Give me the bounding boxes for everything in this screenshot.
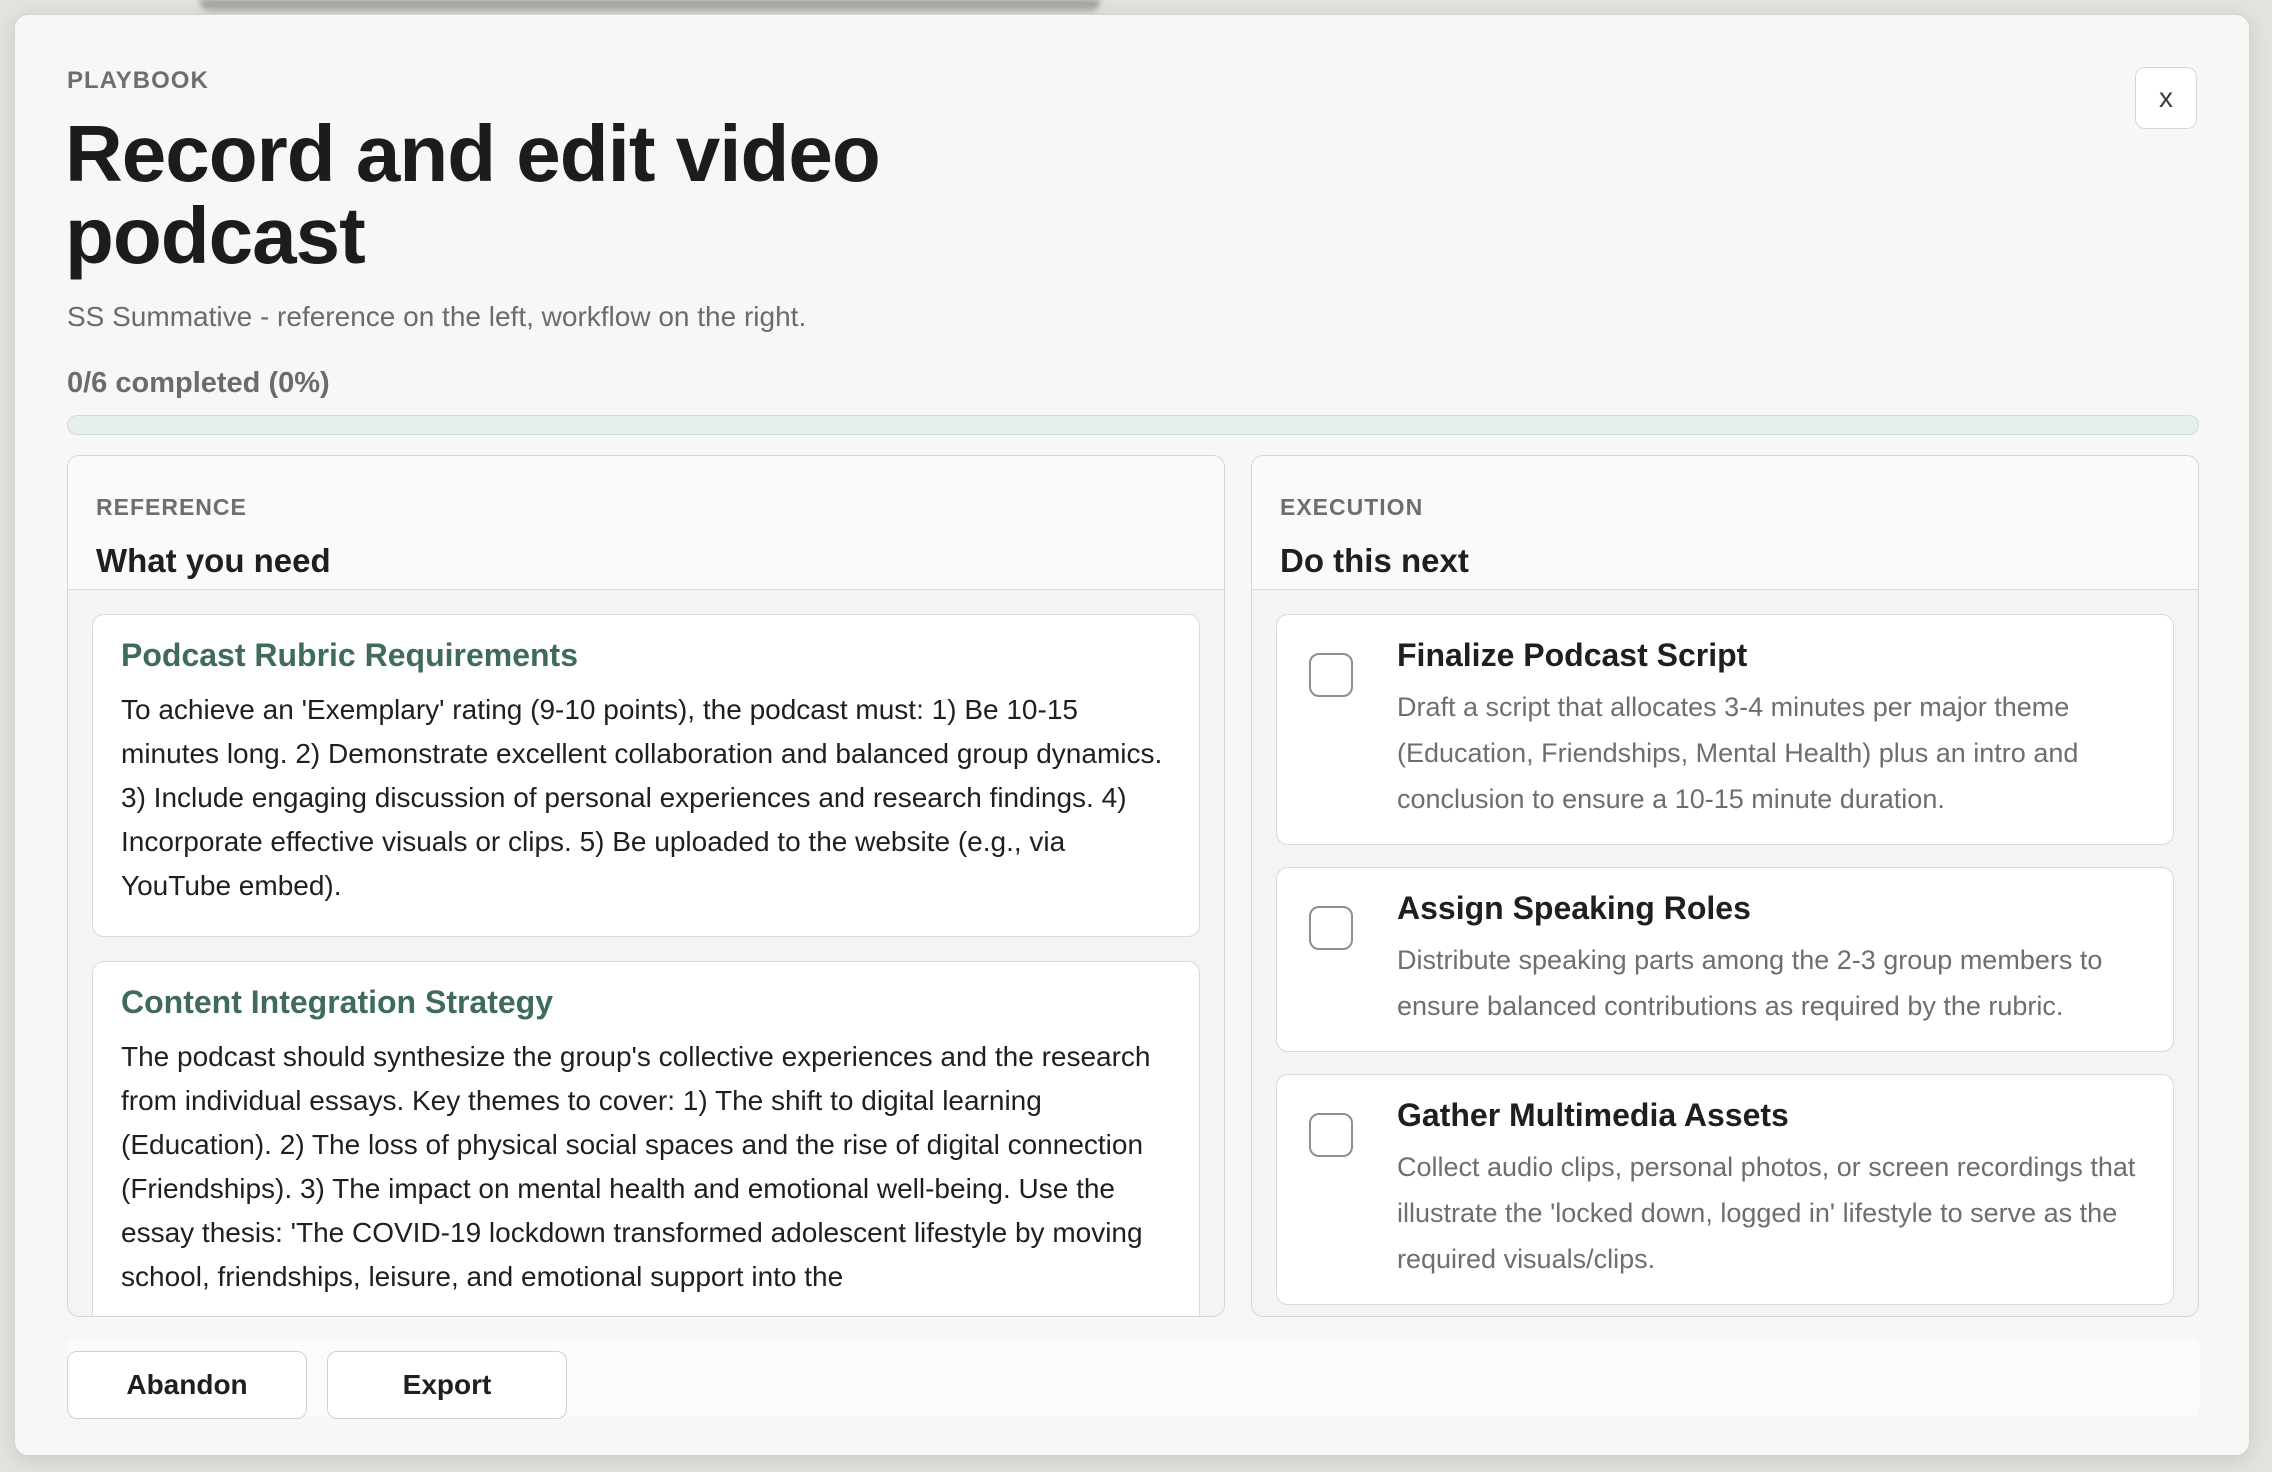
task-title: Gather Multimedia Assets [1397,1097,1789,1133]
reference-card-title: Podcast Rubric Requirements [121,637,578,673]
backdrop-shadow [200,0,1100,14]
execution-title: Do this next [1280,542,1469,579]
export-button[interactable]: Export [327,1351,567,1419]
task-description: Collect audio clips, personal photos, or… [1397,1152,2136,1274]
reference-scroll-area[interactable]: Podcast Rubric Requirements To achieve a… [68,590,1224,1316]
task-checkbox[interactable] [1309,906,1353,950]
task-item: Finalize Podcast Script Draft a script t… [1276,614,2174,845]
task-checkbox[interactable] [1309,653,1353,697]
reference-card: Content Integration Strategy The podcast… [92,961,1200,1316]
task-item: Assign Speaking Roles Distribute speakin… [1276,867,2174,1052]
abandon-button[interactable]: Abandon [67,1351,307,1419]
reference-panel: REFERENCE What you need Podcast Rubric R… [67,455,1225,1317]
reference-title: What you need [96,542,331,579]
task-title: Finalize Podcast Script [1397,637,1748,673]
execution-panel: EXECUTION Do this next Finalize Podcast … [1251,455,2199,1317]
playbook-eyebrow: PLAYBOOK [67,67,209,94]
reference-panel-header: REFERENCE What you need [68,456,1224,590]
reference-card-text: The podcast should synthesize the group'… [121,1041,1151,1292]
task-checkbox[interactable] [1309,1113,1353,1157]
reference-card: Podcast Rubric Requirements To achieve a… [92,614,1200,937]
task-title: Assign Speaking Roles [1397,890,1751,926]
close-button[interactable]: x [2135,67,2197,129]
reference-card-text: To achieve an 'Exemplary' rating (9-10 p… [121,694,1163,901]
task-item: Gather Multimedia Assets Collect audio c… [1276,1074,2174,1305]
task-description: Distribute speaking parts among the 2-3 … [1397,945,2103,1021]
page-subtitle: SS Summative - reference on the left, wo… [67,301,807,332]
progress-bar [67,415,2199,435]
reference-eyebrow: REFERENCE [96,494,247,520]
execution-panel-header: EXECUTION Do this next [1252,456,2198,590]
execution-eyebrow: EXECUTION [1280,494,1424,520]
reference-card-title: Content Integration Strategy [121,984,554,1020]
progress-text: 0/6 completed (0%) [67,367,330,399]
task-description: Draft a script that allocates 3-4 minute… [1397,692,2079,814]
page-title: Record and edit video podcast [65,109,881,280]
execution-scroll-area[interactable]: Finalize Podcast Script Draft a script t… [1252,590,2198,1305]
playbook-modal: PLAYBOOK Record and edit video podcast S… [14,14,2250,1456]
